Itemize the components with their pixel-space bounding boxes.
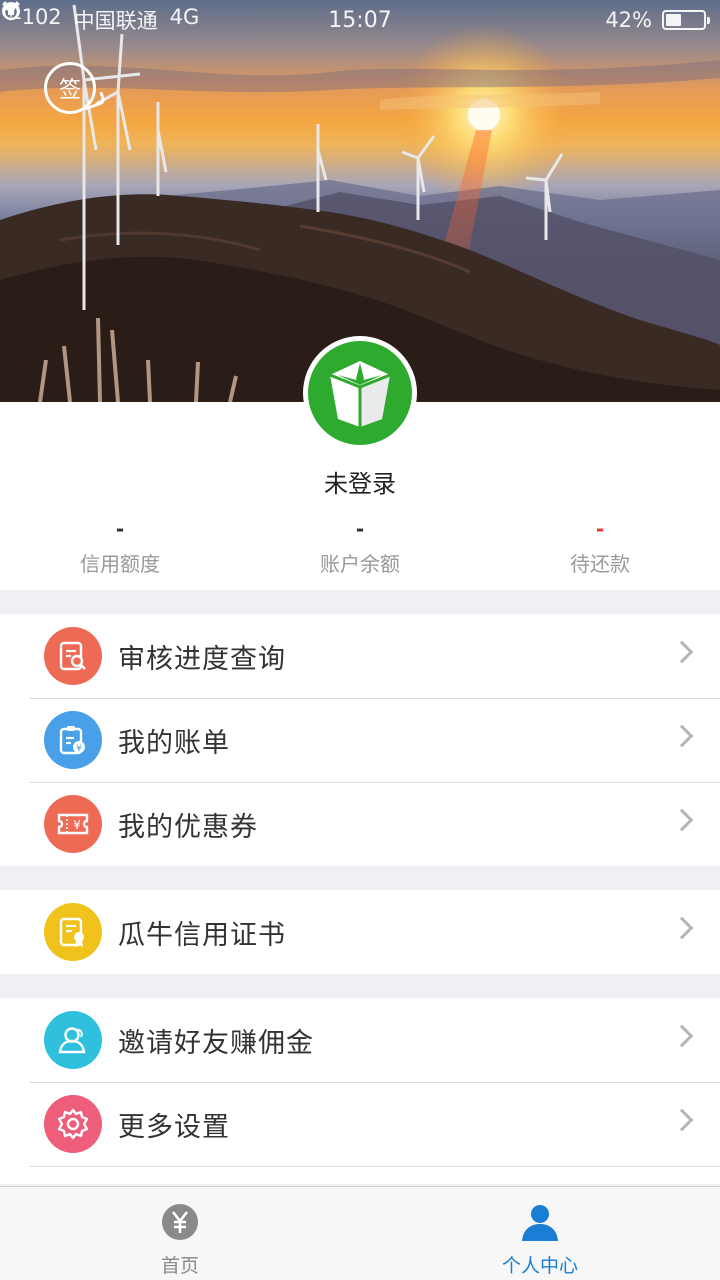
menu-item-review-progress[interactable]: 审核进度查询	[0, 614, 720, 698]
stat-account-balance[interactable]: - 账户余额	[240, 518, 480, 577]
avatar[interactable]	[303, 336, 417, 450]
tab-label: 个人中心	[501, 1255, 578, 1277]
stat-label: 账户余额	[320, 552, 400, 576]
chevron-right-icon	[670, 640, 694, 664]
menu-divider	[0, 1166, 720, 1184]
menu-item-label: 邀请好友赚佣金	[118, 1027, 314, 1059]
sign-in-button[interactable]: 签	[44, 62, 107, 114]
menu-item-label: 我的账单	[118, 727, 230, 759]
chevron-right-icon	[670, 808, 694, 832]
stat-label: 待还款	[570, 552, 630, 576]
invite-friends-icon	[44, 1011, 102, 1069]
coupon-icon: ¥	[44, 795, 102, 853]
stat-label: 信用额度	[80, 552, 160, 576]
menu-item-label: 审核进度查询	[118, 643, 286, 675]
alarm-icon	[2, 1, 595, 31]
battery-percent: 42%	[605, 8, 652, 32]
menu-group-credit: 瓜牛信用证书	[0, 890, 720, 974]
chevron-right-icon	[670, 1108, 694, 1132]
battery-icon	[662, 10, 710, 30]
bill-icon: ¥	[44, 711, 102, 769]
network-type: 4G	[169, 5, 200, 29]
username[interactable]: 未登录	[0, 464, 720, 499]
menu-item-credit-certificate[interactable]: 瓜牛信用证书	[0, 890, 720, 974]
person-icon	[520, 1203, 560, 1245]
carrier-name: 中国联通	[73, 9, 158, 33]
bottom-tab-bar: 首页 个人中心	[0, 1186, 720, 1280]
review-search-icon	[44, 627, 102, 685]
yuan-icon	[161, 1203, 199, 1245]
stat-credit-limit[interactable]: - 信用额度	[0, 518, 240, 577]
stat-value: -	[355, 517, 365, 541]
status-bar: -102 中国联通 4G 15:07 42%	[0, 0, 720, 40]
menu-item-label: 瓜牛信用证书	[118, 919, 286, 951]
brand-logo-icon	[308, 341, 412, 445]
account-stats: - 信用额度 - 账户余额 - 待还款	[0, 518, 720, 577]
menu-item-label: 我的优惠券	[118, 811, 258, 843]
chevron-right-icon	[670, 1024, 694, 1048]
menu-group-more: 邀请好友赚佣金 更多设置	[0, 998, 720, 1184]
menu-item-my-coupons[interactable]: ¥ 我的优惠券	[0, 782, 720, 866]
svg-text:¥: ¥	[76, 744, 82, 754]
rotation-lock-icon	[2, 2, 531, 31]
menu-group-account: 审核进度查询 ¥ 我的账单 ¥ 我的优惠券	[0, 614, 720, 866]
tab-home[interactable]: 首页	[0, 1187, 360, 1280]
menu-item-invite-friends[interactable]: 邀请好友赚佣金	[0, 998, 720, 1082]
tab-label: 首页	[160, 1255, 199, 1277]
stat-value: -	[115, 517, 125, 541]
certificate-icon	[44, 903, 102, 961]
sign-in-label: 签	[58, 78, 81, 103]
location-icon	[2, 2, 563, 31]
menu-item-my-bills[interactable]: ¥ 我的账单	[0, 698, 720, 782]
menu-item-more-settings[interactable]: 更多设置	[0, 1082, 720, 1166]
tab-personal-center[interactable]: 个人中心	[360, 1187, 720, 1280]
settings-gear-icon	[44, 1095, 102, 1153]
chevron-right-icon	[670, 916, 694, 940]
svg-text:¥: ¥	[73, 818, 81, 832]
personal-center-screen: -102 中国联通 4G 15:07 42% 签 未登录 - 信用额度 - 账户…	[0, 0, 720, 1280]
menu-item-label: 更多设置	[118, 1111, 230, 1143]
stat-pending-repayment[interactable]: - 待还款	[480, 518, 720, 577]
stat-value: -	[595, 517, 605, 541]
chevron-right-icon	[670, 724, 694, 748]
